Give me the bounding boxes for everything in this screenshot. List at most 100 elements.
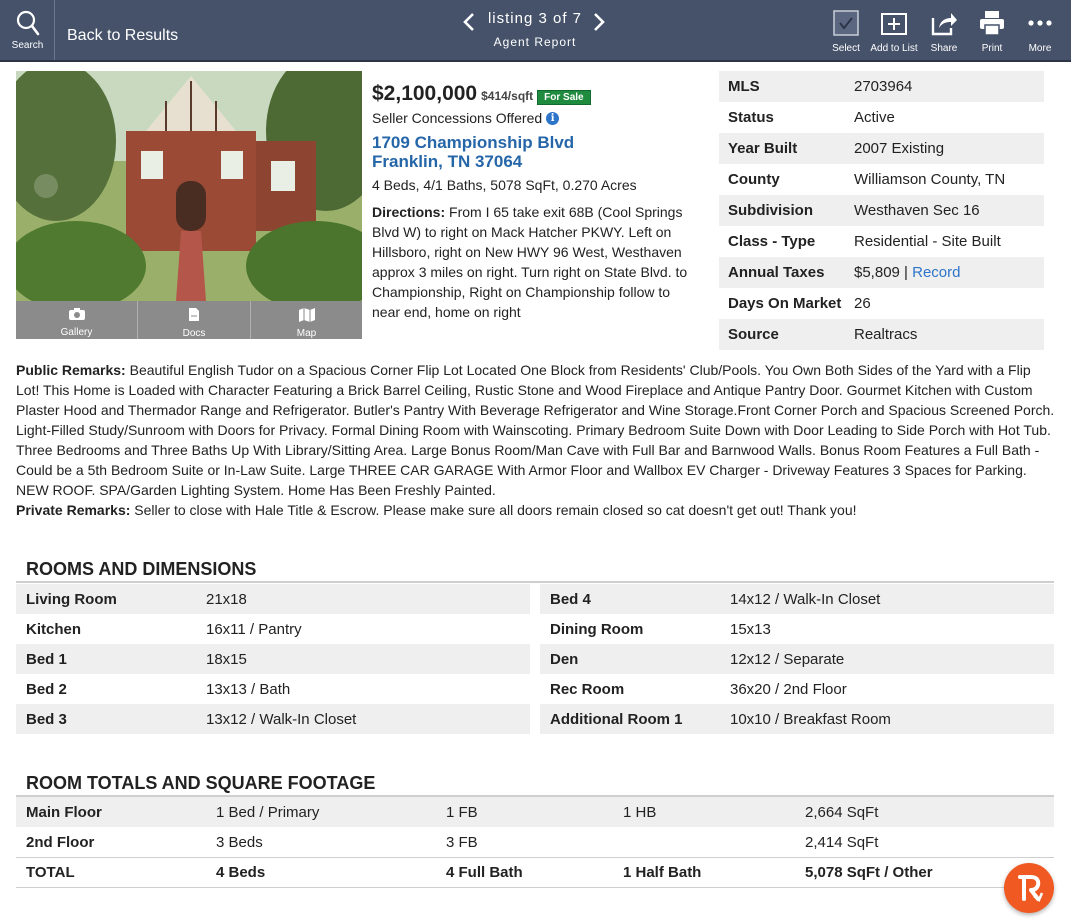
select-button[interactable]: Select (820, 8, 872, 54)
full-bath-value: 4 Full Bath (446, 864, 523, 881)
room-name: Additional Room 1 (550, 710, 683, 728)
beds-value: 3 Beds (216, 833, 263, 851)
private-remarks-text: Seller to close with Hale Title & Escrow… (134, 502, 857, 518)
floor-name: TOTAL (26, 864, 75, 881)
search-icon (16, 10, 40, 36)
realtracs-assistant-button[interactable] (1004, 863, 1054, 913)
room-name: Bed 3 (26, 710, 67, 728)
room-row: Rec Room 36x20 / 2nd Floor (540, 674, 1054, 704)
room-value: 13x13 / Bath (206, 680, 291, 698)
room-row: Additional Room 1 10x10 / Breakfast Room (540, 704, 1054, 734)
fact-value: Residential - Site Built (854, 233, 1001, 250)
docs-button[interactable]: Docs (138, 301, 251, 339)
listing-facts-table: MLS 2703964 Status Active Year Built 2007 E… (719, 71, 1044, 350)
tax-record-link[interactable]: Record (912, 264, 960, 281)
photo-toolbar: Gallery Docs Map (16, 301, 362, 339)
document-icon (189, 308, 199, 321)
price-line: $2,100,000 $414/sqft For Sale (372, 82, 591, 106)
address-line-2[interactable]: Franklin, TN 37064 (372, 152, 522, 172)
select-label: Select (832, 43, 860, 54)
private-remarks: Private Remarks: Seller to close with Ha… (16, 500, 1056, 520)
fact-value: Active (854, 109, 895, 126)
totals-row-total: TOTAL 4 Beds 4 Full Bath 1 Half Bath 5,0… (16, 857, 1054, 888)
room-totals-table: Main Floor 1 Bed / Primary 1 FB 1 HB 2,6… (16, 797, 1054, 888)
map-label: Map (296, 328, 317, 339)
fact-row: County Williamson County, TN (719, 164, 1044, 195)
remarks-section: Public Remarks: Beautiful English Tudor … (16, 360, 1056, 520)
fact-row: Subdivision Westhaven Sec 16 (719, 195, 1044, 226)
annual-taxes-value: $5,809 (854, 264, 900, 281)
map-icon (298, 308, 315, 322)
beds-value: 4 Beds (216, 864, 266, 881)
print-button[interactable]: Print (966, 8, 1018, 54)
fact-row: Annual Taxes $5,809 | Record (719, 257, 1044, 288)
full-bath-value: 3 FB (446, 833, 478, 851)
house-photo-illustration (16, 71, 362, 301)
add-to-list-button[interactable]: Add to List (868, 8, 920, 54)
info-icon[interactable]: i (546, 111, 560, 125)
room-value: 15x13 (730, 620, 771, 638)
share-button[interactable]: Share (918, 8, 970, 54)
fact-label: County (728, 171, 780, 188)
sqft-value: 2,664 SqFt (805, 803, 879, 821)
checkbox-icon (833, 10, 859, 36)
back-to-results-link[interactable]: Back to Results (67, 27, 178, 45)
list-price: $2,100,000 (372, 82, 478, 105)
address-street: Championship Blvd (414, 133, 575, 152)
realtracs-logo-icon (1018, 875, 1044, 903)
fact-value: 2703964 (854, 78, 913, 95)
room-value: 10x10 / Breakfast Room (730, 710, 891, 728)
fact-value: Williamson County, TN (854, 171, 1006, 188)
public-remarks-text: Beautiful English Tudor on a Spacious Co… (16, 362, 1055, 498)
public-remarks: Public Remarks: Beautiful English Tudor … (16, 360, 1056, 500)
divider (16, 581, 1054, 583)
beds-value: 1 Bed / Primary (216, 803, 320, 821)
listing-navigator: listing 3 of 7 Agent Report (460, 10, 610, 49)
directions-text: From I 65 take exit 68B (Cool Springs Bl… (372, 204, 688, 320)
share-icon (931, 13, 957, 36)
seller-concessions: Seller Concessions Offered i (372, 110, 560, 126)
room-name: Living Room (26, 590, 117, 608)
docs-label: Docs (182, 328, 206, 339)
gallery-button[interactable]: Gallery (16, 301, 138, 339)
room-name: Bed 4 (550, 590, 591, 608)
map-button[interactable]: Map (251, 301, 362, 339)
concessions-text: Seller Concessions Offered (372, 110, 543, 126)
fact-label: Source (728, 326, 779, 343)
share-label: Share (930, 43, 958, 54)
room-row: Den 12x12 / Separate (540, 644, 1054, 674)
price-per-sqft: $414/sqft (481, 89, 534, 103)
more-label: More (1028, 43, 1052, 54)
more-button[interactable]: More (1014, 8, 1066, 54)
room-row: Bed 3 13x12 / Walk-In Closet (16, 704, 530, 734)
listing-counter: listing 3 of 7 (487, 10, 583, 27)
fact-row: Days On Market 26 (719, 288, 1044, 319)
room-row: Living Room 21x18 (16, 584, 530, 614)
address-number: 1709 (372, 133, 410, 152)
listing-specs: 4 Beds, 4/1 Baths, 5078 SqFt, 0.270 Acre… (372, 177, 637, 193)
private-remarks-label: Private Remarks: (16, 502, 131, 518)
room-name: Den (550, 650, 579, 668)
totals-row: Main Floor 1 Bed / Primary 1 FB 1 HB 2,6… (16, 797, 1054, 827)
next-listing-button[interactable] (592, 12, 606, 38)
search-button[interactable]: Search (0, 0, 55, 60)
listing-photo[interactable] (16, 71, 362, 301)
room-name: Kitchen (26, 620, 82, 638)
totals-section-title: ROOM TOTALS AND SQUARE FOOTAGE (26, 773, 376, 793)
print-label: Print (981, 43, 1003, 54)
print-icon (980, 11, 1004, 36)
rooms-right-column: Bed 4 14x12 / Walk-In Closet Dining Room 1… (540, 584, 1054, 734)
fact-row: Status Active (719, 102, 1044, 133)
floor-name: 2nd Floor (26, 833, 95, 851)
status-badge: For Sale (537, 90, 591, 105)
fact-value: Realtracs (854, 326, 918, 343)
fact-row: Year Built 2007 Existing (719, 133, 1044, 164)
half-bath-value: 1 HB (623, 803, 657, 821)
totals-row: 2nd Floor 3 Beds 3 FB 2,414 SqFt (16, 827, 1054, 857)
address-line-1[interactable]: 1709 Championship Blvd (372, 133, 574, 153)
directions: Directions: From I 65 take exit 68B (Coo… (372, 202, 692, 322)
fact-label: Year Built (728, 140, 798, 157)
room-name: Dining Room (550, 620, 644, 638)
public-remarks-label: Public Remarks: (16, 362, 126, 378)
more-icon (1028, 20, 1052, 26)
